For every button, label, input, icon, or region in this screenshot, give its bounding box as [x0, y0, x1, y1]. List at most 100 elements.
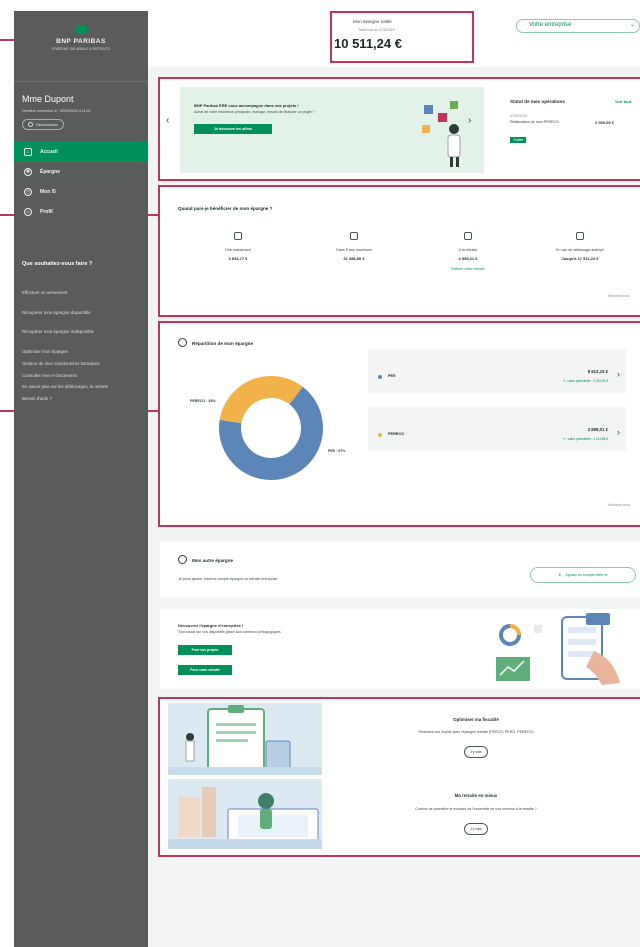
retirement-illustration [168, 779, 322, 849]
availability-label: A la retraite [458, 248, 478, 252]
availability-value: 31 988,56 € [343, 256, 365, 261]
main-content: Mon épargne totale Total brut au 27/8/20… [148, 11, 640, 947]
sidebar-item-profil[interactable]: ☺ Profil [14, 202, 148, 222]
help-link[interactable]: Besoin d'aide ? [22, 396, 144, 402]
donut-label-pereco: PERECO : 33% [190, 399, 216, 403]
add-external-account-label: Ajouter un compte externe [565, 573, 608, 577]
retirement-content-button[interactable]: Pour votre retraite [178, 665, 232, 675]
sidebar-item-label: Épargne [40, 169, 61, 175]
availability-early-release: En cas de déblocage anticipé Jusqu'à 17 … [530, 232, 630, 261]
tile-title-retraite: Ma retraite en mieux [454, 793, 498, 798]
operations-see-all-link[interactable]: Voir tout [615, 99, 631, 104]
tile-subtitle-fiscalite: Réduisez vos impôts avec l'épargne retra… [418, 730, 534, 734]
availability-retirement: A la retraite 4 598,01 € Estimer votre r… [418, 232, 518, 271]
tile-go-button-fiscalite[interactable]: J'y vais [464, 746, 488, 758]
logout-label: Déconnexion [36, 122, 59, 127]
availability-title: Quand puis-je bénéficier de mon épargne … [178, 206, 273, 211]
help-link[interactable]: Récupérer mon épargne disponible [22, 310, 144, 316]
brand-subtitle: EPARGNE SALARIALE & RETRAITE [51, 47, 111, 51]
availability-footnote: Montants bruts [607, 294, 630, 298]
carousel-prev-icon[interactable]: ‹ [166, 115, 169, 126]
operation-amount: 2 000,00 € [595, 120, 614, 125]
sidebar: BNP PARIBAS EPARGNE SALARIALE & RETRAITE… [14, 11, 148, 947]
logout-button[interactable]: Déconnexion [22, 119, 65, 130]
wallet-icon [178, 555, 187, 564]
tax-illustration [168, 703, 322, 775]
discover-title: Découvrez l'épargne d'entreprise ! [178, 623, 244, 628]
savings-row-name: PEE [388, 374, 396, 378]
savings-row-gain: +/- value potentielle : 1 114,86 € [562, 437, 608, 441]
donut-label-pee: PEE : 67% [328, 449, 346, 453]
operation-status-badge: Traitée [510, 137, 527, 143]
availability-now: Dès maintenant 3 653,77 € [188, 232, 288, 261]
sidebar-item-label: Mon /5 [40, 189, 56, 195]
sidebar-divider [14, 81, 148, 82]
company-select-value: Votre entreprise [529, 22, 572, 28]
brand-logo[interactable]: BNP PARIBAS EPARGNE SALARIALE & RETRAITE [14, 25, 148, 51]
other-savings-card: Mon autre épargne Je peux ajouter d'autr… [160, 541, 640, 597]
availability-value: 4 598,01 € [458, 256, 478, 261]
tile-subtitle-retraite: Curieux de connaître le montant de l'ens… [415, 807, 537, 811]
gear-icon: ✱ [24, 168, 32, 176]
sidebar-item-label: Accueil [40, 149, 58, 155]
chevron-right-icon: › [617, 427, 620, 437]
wallet-icon [234, 232, 242, 240]
chevron-right-icon: › [617, 369, 620, 379]
savings-row-amount: 5 913,23 € [587, 369, 608, 374]
help-link[interactable]: Gestion de mes coordonnées bancaires [22, 361, 144, 367]
help-link[interactable]: Optimiser mon épargne [22, 349, 144, 355]
sidebar-item-accueil[interactable]: ⌂ Accueil [14, 142, 148, 162]
phone-illustration [496, 613, 620, 685]
help-links: Effectuer un versement Récupérer mon épa… [22, 290, 144, 408]
clock-icon: ◷ [24, 188, 32, 196]
discover-card: Découvrez l'épargne d'entreprise ! Tout … [160, 609, 640, 689]
tile-go-button-retraite[interactable]: J'y vais [464, 823, 488, 835]
repartition-title: Répartition de mon épargne [192, 341, 254, 346]
projects-banner-card: ‹ BNP Paribas ERE vous accompagne dans v… [158, 77, 640, 181]
total-savings-title: Mon épargne totale [353, 19, 392, 24]
sidebar-item-label: Profil [40, 209, 53, 215]
estimate-retirement-link[interactable]: Estimer votre retraite [418, 267, 518, 271]
add-external-account-button[interactable]: ⊕ Ajouter un compte externe [530, 567, 636, 583]
unlock-icon [576, 232, 584, 240]
availability-value: 3 653,77 € [228, 256, 248, 261]
operation-description: Réallocation de mon PERECO [510, 120, 559, 124]
sidebar-item-epargne[interactable]: ✱ Épargne [14, 162, 148, 182]
operations-title: Statut de mes opérations [510, 99, 565, 104]
legend-dot-pereco [378, 433, 382, 437]
sidebar-nav: ⌂ Accueil ✱ Épargne ◷ Mon /5 ☺ Profil [14, 142, 148, 222]
bnp-logo-icon [75, 25, 87, 34]
availability-label: Dans 5 ans maximum [336, 248, 372, 252]
savings-row-pereco[interactable]: PERECO 2 598,01 € +/- value potentielle … [368, 407, 626, 451]
savings-row-pee[interactable]: PEE 5 913,23 € +/- value potentielle : 3… [368, 349, 626, 393]
help-link[interactable]: Effectuer un versement [22, 290, 144, 296]
availability-5-years: Dans 5 ans maximum 31 988,56 € [304, 232, 404, 261]
sidebar-item-mon[interactable]: ◷ Mon /5 [14, 182, 148, 202]
banner-subtitle: Achat de votre résidence principale, mar… [194, 110, 315, 114]
banner-title: BNP Paribas ERE vous accompagne dans vos… [194, 103, 299, 108]
carousel-next-icon[interactable]: › [468, 115, 471, 126]
availability-card: Quand puis-je bénéficier de mon épargne … [158, 185, 640, 317]
discover-offers-button[interactable]: Je découvre les offres [194, 124, 272, 134]
last-login: Dernière connexion le : 00/00/0000 à 11:… [22, 109, 91, 113]
operation-date: 07/07/2023 [510, 114, 527, 118]
total-savings-date: Total brut au 27/8/2023 [358, 28, 395, 32]
user-name: Mme Dupont [22, 94, 74, 104]
donut-slice-pereco [219, 376, 303, 424]
savings-row-gain: +/- value potentielle : 3 162,49 € [562, 379, 608, 383]
savings-row-name: PERECO [388, 432, 405, 436]
top-bar: Mon épargne totale Total brut au 27/8/20… [148, 11, 640, 67]
help-link[interactable]: Récupérer mon épargne indisponible [22, 329, 144, 335]
help-link[interactable]: Consulter mes e-documents [22, 373, 144, 379]
projects-banner: BNP Paribas ERE vous accompagne dans vos… [180, 87, 484, 173]
help-link[interactable]: En savoir plus sur les déblocages, la re… [22, 384, 144, 390]
company-select[interactable]: Votre entreprise ⌄ [516, 19, 640, 33]
savings-row-amount: 2 598,01 € [587, 427, 608, 432]
brand-name: BNP PARIBAS [56, 38, 106, 45]
pie-chart-icon [178, 338, 187, 347]
availability-label: En cas de déblocage anticipé [555, 248, 605, 252]
repartition-donut-chart [219, 376, 323, 480]
projects-content-button[interactable]: Pour vos projets [178, 645, 232, 655]
legend-dot-pee [378, 375, 382, 379]
repartition-card: Répartition de mon épargne PERECO : 33% … [158, 321, 640, 527]
